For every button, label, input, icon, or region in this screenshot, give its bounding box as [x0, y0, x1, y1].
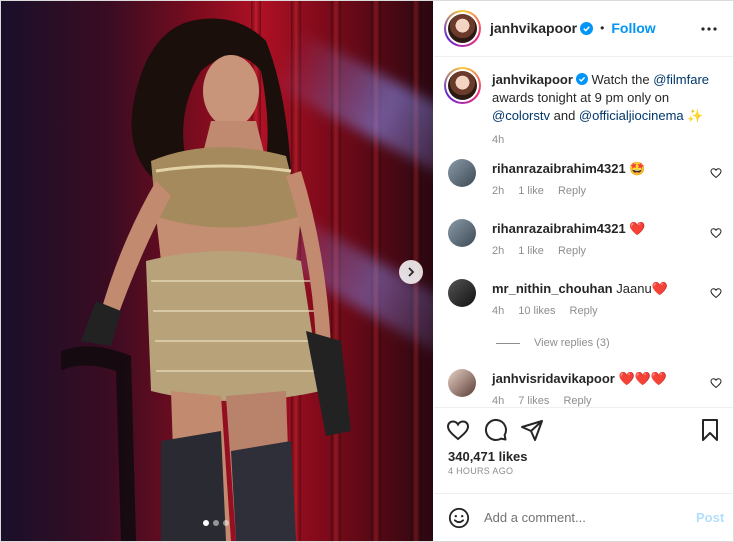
comment-time: 4h: [492, 305, 505, 317]
mention-link[interactable]: @colorstv: [492, 108, 550, 123]
comment-meta: 2h 1 like Reply: [492, 185, 586, 197]
more-options-button[interactable]: [699, 19, 719, 39]
like-icon[interactable]: [446, 418, 470, 442]
separator: •: [600, 21, 605, 35]
post-modal: janhvikapoor • Follow janhvikapoor Watch…: [0, 0, 734, 542]
post-photo[interactable]: [1, 1, 433, 541]
next-photo-button[interactable]: [399, 260, 423, 284]
post-comment-button[interactable]: Post: [696, 510, 724, 525]
like-icon[interactable]: [710, 167, 722, 179]
follow-button[interactable]: Follow: [611, 20, 655, 36]
comment-item: rihanrazaibrahim4321 ❤️ 2h 1 like Reply: [444, 219, 729, 269]
comment-avatar[interactable]: [448, 159, 476, 187]
caption-text: janhvikapoor Watch the @filmfare awards …: [492, 71, 717, 149]
like-icon[interactable]: [710, 377, 722, 389]
comment-time: 2h: [492, 185, 505, 197]
author-username[interactable]: janhvikapoor: [490, 20, 577, 36]
share-icon[interactable]: [520, 418, 544, 442]
post-timestamp[interactable]: 4 HOURS AGO: [448, 466, 513, 476]
author-avatar[interactable]: [444, 10, 481, 47]
mention-link[interactable]: @officialjiocinema: [579, 108, 684, 123]
comment-text: mr_nithin_chouhan Jaanu❤️: [492, 281, 668, 297]
save-icon[interactable]: [698, 418, 722, 442]
verified-icon: [575, 73, 588, 85]
comment-text: rihanrazaibrahim4321 🤩: [492, 161, 646, 177]
comment-username[interactable]: janhvisridavikapoor: [492, 371, 615, 386]
caption-part: Watch the: [591, 72, 654, 87]
next-icon: [408, 267, 415, 277]
comment-text: janhvisridavikapoor ❤️❤️❤️: [492, 371, 667, 387]
carousel-dot: [213, 520, 219, 526]
comment-avatar[interactable]: [448, 219, 476, 247]
comment-item: rihanrazaibrahim4321 🤩 2h 1 like Reply: [444, 159, 729, 209]
emoji-icon[interactable]: [448, 507, 470, 529]
add-comment-bar: Add a comment... Post: [434, 493, 733, 541]
comment-avatar[interactable]: [448, 279, 476, 307]
comment-item: janhvisridavikapoor ❤️❤️❤️ 4h 7 likes Re…: [444, 369, 729, 407]
comment-meta: 4h 7 likes Reply: [492, 395, 592, 407]
comment-input[interactable]: Add a comment...: [484, 510, 586, 525]
reply-button[interactable]: Reply: [570, 305, 598, 317]
comment-username[interactable]: rihanrazaibrahim4321: [492, 161, 626, 176]
comment-likes[interactable]: 1 like: [518, 245, 544, 257]
caption-emoji: ✨: [687, 108, 704, 123]
comment-time: 4h: [492, 395, 505, 407]
caption-time: 4h: [492, 134, 505, 146]
comment-meta: 4h 10 likes Reply: [492, 305, 598, 317]
comment-likes[interactable]: 7 likes: [518, 395, 549, 407]
carousel-dot: [223, 520, 229, 526]
comment-body: ❤️: [629, 221, 646, 236]
comment-username[interactable]: mr_nithin_chouhan: [492, 281, 613, 296]
comment-time: 2h: [492, 245, 505, 257]
comment-item: mr_nithin_chouhan Jaanu❤️ 4h 10 likes Re…: [444, 279, 729, 329]
caption-username[interactable]: janhvikapoor: [492, 72, 573, 87]
comment-username[interactable]: rihanrazaibrahim4321: [492, 221, 626, 236]
post-actions: 340,471 likes 4 HOURS AGO: [434, 407, 733, 493]
comments-scroll[interactable]: janhvikapoor Watch the @filmfare awards …: [434, 57, 733, 407]
comment-likes[interactable]: 10 likes: [518, 305, 555, 317]
caption-avatar[interactable]: [444, 67, 481, 104]
like-icon[interactable]: [710, 287, 722, 299]
caption-part: awards tonight at 9 pm only on: [492, 90, 670, 105]
more-icon: [701, 27, 717, 31]
carousel-dots: [203, 520, 229, 526]
comment-body: ❤️❤️❤️: [618, 371, 668, 386]
comment-icon[interactable]: [484, 418, 508, 442]
comment-body: 🤩: [629, 161, 646, 176]
comment-meta: 2h 1 like Reply: [492, 245, 586, 257]
mention-link[interactable]: @filmfare: [653, 72, 709, 87]
reply-button[interactable]: Reply: [558, 185, 586, 197]
comment-text: rihanrazaibrahim4321 ❤️: [492, 221, 646, 237]
post-header: janhvikapoor • Follow: [434, 1, 733, 57]
reply-button[interactable]: Reply: [558, 245, 586, 257]
reply-button[interactable]: Reply: [563, 395, 591, 407]
view-replies-button[interactable]: View replies (3): [496, 337, 610, 349]
action-icons: [446, 418, 722, 444]
caption-part: and: [550, 108, 579, 123]
comment-body: Jaanu❤️: [616, 281, 668, 296]
like-icon[interactable]: [710, 227, 722, 239]
post-sidebar: janhvikapoor • Follow janhvikapoor Watch…: [434, 1, 733, 541]
likes-count[interactable]: 340,471 likes: [448, 449, 528, 464]
performer-figure: [61, 18, 351, 541]
comment-likes[interactable]: 1 like: [518, 185, 544, 197]
verified-icon: [580, 21, 594, 35]
view-replies-label: View replies (3): [534, 337, 610, 349]
comment-avatar[interactable]: [448, 369, 476, 397]
carousel-dot: [203, 520, 209, 526]
